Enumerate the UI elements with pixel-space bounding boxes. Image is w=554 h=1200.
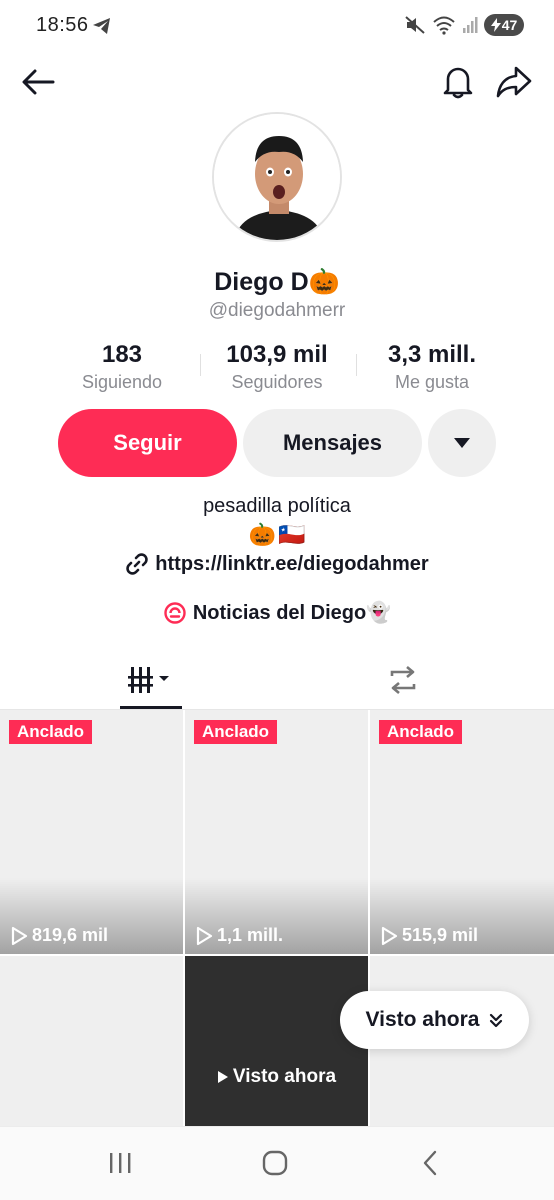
repost-icon [390,666,416,694]
wifi-icon [433,16,455,35]
play-icon [196,926,213,945]
video-grid: Anclado 819,6 mil Anclado 1,1 mill. Ancl… [0,710,554,1126]
video-thumbnail[interactable]: Anclado 515,9 mil [370,710,554,954]
chile-flag-emoji: 🇨🇱 [278,522,306,547]
notifications-button[interactable] [436,60,480,104]
view-count-text: 819,6 mil [32,925,109,945]
battery-level: 47 [501,17,518,33]
charging-icon [490,18,501,32]
video-thumbnail[interactable] [0,956,183,1126]
home-button[interactable] [245,1141,305,1185]
stat-label: Seguidores [231,372,323,392]
news-icon [164,601,186,624]
pinned-badge: Anclado [9,720,93,744]
view-count: 515,9 mil [380,925,478,946]
video-thumbnail[interactable]: Anclado 1,1 mill. [185,710,368,954]
pumpkin-emoji: 🎃 [248,522,276,547]
watched-label: Visto ahora [185,1066,368,1088]
bio-emojis: 🎃 🇨🇱 [0,522,554,548]
link-icon [126,553,149,575]
share-icon [496,66,532,98]
stat-followers[interactable]: 103,9 mil Seguidores [202,340,352,394]
tab-reposts[interactable] [372,650,434,710]
status-time: 18:56 [36,14,89,36]
mute-icon [405,16,425,34]
stat-likes[interactable]: 3,3 mill. Me gusta [357,340,507,394]
telegram-icon [93,18,110,34]
status-bar: 18:56 47 [0,0,554,56]
bio-text: pesadilla política [203,495,351,517]
recent-apps-button[interactable] [90,1141,150,1185]
stat-divider [200,354,201,376]
chevron-left-icon [423,1150,437,1176]
pinned-badge: Anclado [194,720,278,744]
stat-label: Me gusta [394,372,470,392]
stat-label: Siguiendo [81,372,163,392]
profile-link[interactable]: https://linktr.ee/diegodahmer [0,552,554,576]
avatar[interactable] [212,112,342,242]
jump-to-watched-button[interactable]: Visto ahora [340,991,529,1049]
view-count-text: 515,9 mil [402,925,479,945]
tab-active-indicator [120,706,182,709]
profile-stats: 183 Siguiendo 103,9 mil Seguidores 3,3 m… [0,340,554,396]
play-icon [381,926,398,945]
signal-icon [463,17,478,33]
recents-icon [110,1153,131,1173]
battery-indicator: 47 [484,14,524,36]
stat-following[interactable]: 183 Siguiendo [47,340,197,394]
home-icon [262,1150,288,1176]
view-count: 1,1 mill. [195,925,283,946]
view-count: 819,6 mil [10,925,108,946]
video-thumbnail[interactable]: Anclado 819,6 mil [0,710,183,954]
double-chevron-down-icon [490,1013,503,1028]
stat-value: 3,3 mill. [387,341,477,368]
system-back-button[interactable] [400,1141,460,1185]
profile-link-text: https://linktr.ee/diegodahmer [155,552,429,575]
grid-icon [128,667,169,693]
status-icons: 47 [404,14,524,36]
content-tabs [0,650,554,710]
news-link[interactable]: Noticias del Diego👻 [0,600,554,625]
follow-button[interactable]: Seguir [58,409,237,477]
video-thumbnail-watched[interactable]: Visto ahora [185,956,368,1126]
avatar-image [214,114,340,240]
pinned-badge: Anclado [379,720,463,744]
back-button[interactable] [16,60,60,104]
arrow-left-icon [22,69,55,95]
share-button[interactable] [492,60,536,104]
watched-chip-label: Visto ahora [365,1008,480,1031]
username: @diegodahmerr [208,300,346,321]
view-count-text: 1,1 mill. [217,925,284,945]
play-icon [11,926,28,945]
chevron-down-icon [454,438,470,448]
tab-videos[interactable] [120,650,182,710]
display-name: Diego D🎃 [214,268,340,296]
watched-label-text: Visto ahora [232,1066,337,1087]
bell-icon [443,67,473,99]
suggested-accounts-button[interactable] [428,409,496,477]
stat-value: 103,9 mil [226,341,328,368]
play-icon [217,1071,228,1083]
system-nav-bar [0,1126,554,1200]
stat-value: 183 [101,341,143,368]
news-link-text: Noticias del Diego👻 [192,602,392,624]
message-button[interactable]: Mensajes [243,409,422,477]
